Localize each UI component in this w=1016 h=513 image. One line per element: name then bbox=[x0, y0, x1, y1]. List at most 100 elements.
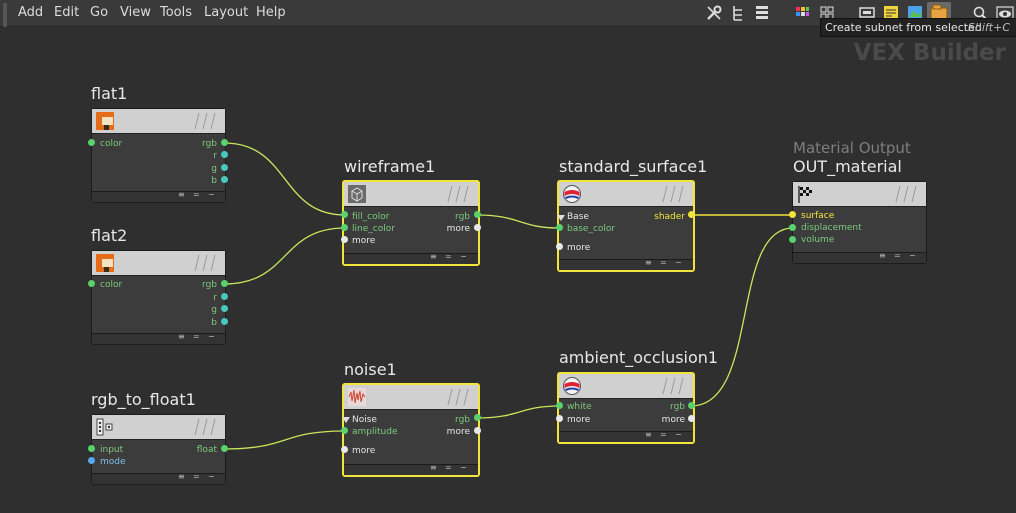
node-header bbox=[793, 182, 926, 207]
port-label: rgb bbox=[670, 402, 685, 412]
output-port[interactable] bbox=[474, 211, 481, 218]
node-subtitle-out-material: Material Output bbox=[793, 139, 911, 157]
node-footer: ≡ = − bbox=[559, 258, 693, 270]
flags-icon[interactable] bbox=[189, 418, 219, 436]
input-port[interactable] bbox=[341, 427, 348, 434]
port-label: rgb bbox=[202, 139, 217, 149]
port-label: base_color bbox=[567, 224, 616, 234]
output-port[interactable] bbox=[688, 415, 695, 422]
output-port[interactable] bbox=[221, 293, 228, 300]
node-standard-surface1[interactable]: Base base_color more shader ≡ = − bbox=[557, 180, 695, 272]
output-port[interactable] bbox=[474, 414, 481, 421]
node-footer: ≡ = − bbox=[559, 430, 693, 442]
node-rgb-to-float1[interactable]: input mode float ≡ = − bbox=[91, 414, 226, 485]
input-port[interactable] bbox=[341, 446, 348, 453]
node-title-wireframe1: wireframe1 bbox=[344, 157, 436, 176]
output-port[interactable] bbox=[474, 224, 481, 231]
node-wireframe1[interactable]: fill_color line_color more rgb more ≡ = − bbox=[342, 180, 480, 266]
node-header bbox=[92, 109, 225, 134]
input-port[interactable] bbox=[88, 139, 95, 146]
flags-icon[interactable] bbox=[189, 254, 219, 272]
output-port[interactable] bbox=[221, 305, 228, 312]
wire-rgbtofloat-noise1[interactable] bbox=[223, 430, 346, 450]
output-port[interactable] bbox=[474, 427, 481, 434]
port-label: g bbox=[211, 164, 217, 174]
wire-ambientocclusion-displacement[interactable] bbox=[690, 227, 794, 407]
node-ambient-occlusion1[interactable]: white more rgb more ≡ = − bbox=[557, 372, 695, 444]
output-port[interactable] bbox=[221, 318, 228, 325]
node-title-rgb-to-float1: rgb_to_float1 bbox=[91, 390, 196, 409]
flags-icon[interactable] bbox=[890, 185, 920, 203]
input-port[interactable] bbox=[88, 280, 95, 287]
flags-icon[interactable] bbox=[657, 377, 687, 395]
input-port[interactable] bbox=[556, 402, 563, 409]
node-header bbox=[559, 374, 693, 399]
node-flat2[interactable]: color rgb r g b ≡ = − bbox=[91, 250, 226, 345]
wireframe-cube-icon bbox=[348, 185, 366, 203]
port-label: more bbox=[446, 224, 470, 234]
node-out-material[interactable]: surface displacement volume ≡ = − bbox=[792, 181, 927, 264]
port-label: more bbox=[567, 243, 591, 253]
output-port[interactable] bbox=[221, 151, 228, 158]
output-port[interactable] bbox=[221, 164, 228, 171]
collapse-triangle-icon[interactable] bbox=[342, 417, 350, 423]
port-label: b bbox=[211, 176, 217, 186]
port-label: rgb bbox=[202, 280, 217, 290]
node-title-flat1: flat1 bbox=[91, 84, 128, 103]
vector-to-float-icon bbox=[96, 418, 113, 436]
input-port[interactable] bbox=[789, 211, 796, 218]
port-label: surface bbox=[801, 211, 835, 221]
port-label: displacement bbox=[801, 223, 862, 233]
flags-icon[interactable] bbox=[442, 185, 472, 203]
input-port[interactable] bbox=[556, 415, 563, 422]
node-noise1[interactable]: Noise amplitude more rgb more ≡ = − bbox=[342, 383, 480, 477]
collapse-triangle-icon[interactable] bbox=[557, 215, 565, 221]
wire-flat1-wireframe1[interactable] bbox=[223, 142, 346, 216]
node-footer: ≡ = − bbox=[793, 251, 926, 263]
output-port[interactable] bbox=[688, 402, 695, 409]
node-footer: ≡ = − bbox=[92, 472, 225, 484]
input-port[interactable] bbox=[88, 445, 95, 452]
port-label: r bbox=[213, 293, 217, 303]
port-label: rgb bbox=[455, 415, 470, 425]
input-port[interactable] bbox=[341, 224, 348, 231]
node-header bbox=[344, 385, 478, 410]
flat-color-icon bbox=[96, 112, 114, 130]
wire-flat2-wireframe1[interactable] bbox=[223, 227, 346, 285]
input-port[interactable] bbox=[556, 243, 563, 250]
port-label: float bbox=[196, 445, 217, 455]
flags-icon[interactable] bbox=[189, 112, 219, 130]
node-footer: ≡ = − bbox=[344, 252, 478, 264]
output-port[interactable] bbox=[221, 176, 228, 183]
node-footer: ≡ = − bbox=[92, 190, 225, 202]
input-port[interactable] bbox=[88, 457, 95, 464]
port-label: line_color bbox=[352, 224, 395, 234]
output-port[interactable] bbox=[688, 211, 695, 218]
port-label: more bbox=[352, 236, 376, 246]
flags-icon[interactable] bbox=[657, 185, 687, 203]
output-port[interactable] bbox=[221, 139, 228, 146]
input-port[interactable] bbox=[556, 224, 563, 231]
output-port[interactable] bbox=[221, 445, 228, 452]
wire-noise1-ambientocclusion[interactable] bbox=[476, 405, 560, 419]
input-port[interactable] bbox=[789, 236, 796, 243]
input-port[interactable] bbox=[341, 236, 348, 243]
noise-icon bbox=[348, 388, 366, 406]
node-title-out-material: OUT_material bbox=[793, 157, 902, 176]
port-label: mode bbox=[100, 457, 126, 467]
shader-ball-icon bbox=[563, 377, 581, 395]
flags-icon[interactable] bbox=[442, 388, 472, 406]
node-title-flat2: flat2 bbox=[91, 226, 128, 245]
output-port[interactable] bbox=[221, 280, 228, 287]
port-label: r bbox=[213, 151, 217, 161]
node-header bbox=[92, 415, 225, 440]
port-label: more bbox=[352, 446, 376, 456]
node-footer: ≡ = − bbox=[344, 463, 478, 475]
input-port[interactable] bbox=[789, 224, 796, 231]
port-label: Base bbox=[567, 212, 589, 222]
port-label: Noise bbox=[352, 415, 377, 425]
input-port[interactable] bbox=[341, 211, 348, 218]
node-flat1[interactable]: color rgb r g b ≡ = − bbox=[91, 108, 226, 203]
wire-wireframe1-standardsurface[interactable] bbox=[476, 214, 560, 229]
node-title-standard-surface1: standard_surface1 bbox=[559, 157, 708, 176]
